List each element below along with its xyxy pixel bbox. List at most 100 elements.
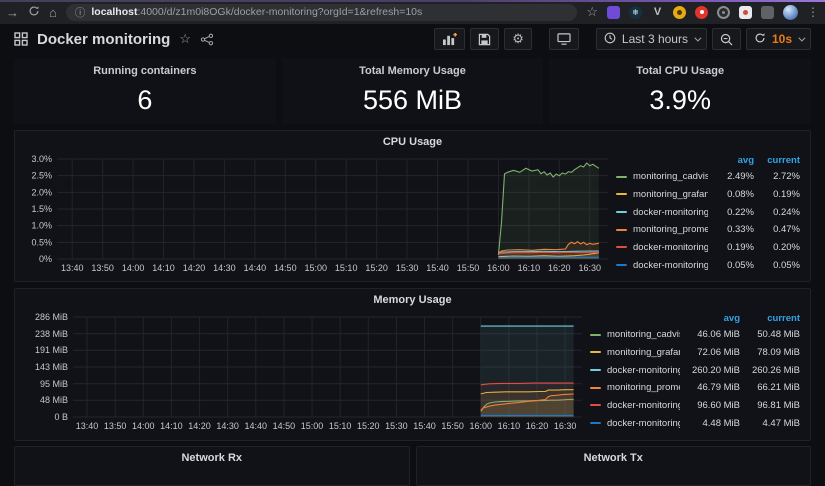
x-tick-label: 16:20 bbox=[548, 263, 571, 273]
site-info-icon[interactable]: ⓘ bbox=[75, 5, 86, 20]
legend-series-name[interactable]: docker-monitoring_db_1 bbox=[590, 365, 680, 376]
y-tick-label: 143 MiB bbox=[35, 362, 68, 372]
bookmark-star-icon[interactable]: ☆ bbox=[586, 4, 598, 20]
legend-series-name[interactable]: docker-monitoring_db_1 bbox=[616, 207, 708, 218]
x-tick-label: 15:40 bbox=[413, 421, 436, 431]
x-tick-label: 14:50 bbox=[274, 263, 297, 273]
series-area bbox=[481, 383, 574, 417]
x-tick-label: 14:40 bbox=[245, 421, 268, 431]
stat-title[interactable]: Total CPU Usage bbox=[636, 65, 724, 77]
x-tick-label: 15:00 bbox=[301, 421, 324, 431]
legend-avg-value: 46.06 MiB bbox=[680, 329, 740, 340]
x-tick-label: 14:20 bbox=[188, 421, 211, 431]
network-rx-panel: Network Rx bbox=[14, 446, 410, 486]
refresh-icon bbox=[754, 32, 766, 47]
legend-column-header[interactable]: current bbox=[740, 313, 800, 324]
legend-series-name[interactable]: monitoring_prometheus_1 bbox=[616, 224, 708, 235]
legend-avg-value: 0.05% bbox=[708, 260, 754, 271]
legend-row: monitoring_prometheus_146.79 MiB66.21 Mi… bbox=[590, 379, 800, 397]
address-bar[interactable]: ⓘ localhost:4000/d/z1m0i8OGk/docker-moni… bbox=[66, 4, 577, 21]
legend-header-row: avgcurrent bbox=[590, 311, 800, 326]
extension-photo-icon[interactable] bbox=[739, 6, 752, 19]
extension-yellow-icon[interactable] bbox=[673, 6, 686, 19]
legend-series-name[interactable]: docker-monitoring_app_1 bbox=[616, 242, 708, 253]
legend-series-name[interactable]: docker-monitoring_redis_1 bbox=[616, 260, 708, 271]
extension-v-icon[interactable]: V bbox=[651, 6, 664, 19]
save-dashboard-button[interactable] bbox=[470, 28, 499, 50]
refresh-interval-label[interactable]: 10s bbox=[772, 32, 792, 46]
legend-avg-value: 2.49% bbox=[708, 171, 754, 182]
legend-series-name[interactable]: monitoring_prometheus_1 bbox=[590, 382, 680, 393]
panel-title-memory-usage[interactable]: Memory Usage bbox=[15, 289, 810, 310]
add-panel-button[interactable] bbox=[434, 28, 465, 50]
cpu-usage-panel: CPU Usage 0%0.5%1.0%1.5%2.0%2.5%3.0%13:4… bbox=[14, 130, 811, 282]
window-top-edge bbox=[0, 0, 825, 2]
dashboard-header: Docker monitoring ☆ ⚙ La bbox=[0, 24, 825, 54]
extension-cube-icon[interactable] bbox=[607, 6, 620, 19]
legend-column-header[interactable]: avg bbox=[708, 155, 754, 166]
legend-series-name[interactable]: monitoring_cadvisor_1 bbox=[590, 329, 680, 340]
legend-row: monitoring_prometheus_10.33%0.47% bbox=[616, 221, 800, 239]
legend-series-name[interactable]: docker-monitoring_app_1 bbox=[590, 400, 680, 411]
x-tick-label: 16:30 bbox=[578, 263, 601, 273]
time-range-picker[interactable]: Last 3 hours bbox=[596, 28, 707, 50]
zoom-out-button[interactable] bbox=[712, 28, 741, 50]
legend-avg-value: 0.19% bbox=[708, 242, 754, 253]
extension-snowflake-icon[interactable]: ❄ bbox=[629, 6, 642, 19]
x-tick-label: 14:50 bbox=[273, 421, 296, 431]
x-tick-label: 15:30 bbox=[385, 421, 408, 431]
home-icon[interactable]: ⌂ bbox=[49, 6, 57, 19]
legend-series-name[interactable]: monitoring_grafana_1 bbox=[616, 189, 708, 200]
profile-avatar[interactable] bbox=[783, 5, 798, 20]
legend-row: docker-monitoring_redis_10.05%0.05% bbox=[616, 256, 800, 274]
x-tick-label: 16:30 bbox=[554, 421, 577, 431]
stat-row: Running containers 6 Total Memory Usage … bbox=[14, 58, 811, 124]
legend-swatch bbox=[616, 176, 627, 178]
cycle-view-button[interactable] bbox=[549, 28, 579, 50]
legend-avg-value: 4.48 MiB bbox=[680, 418, 740, 429]
panel-title-cpu-usage[interactable]: CPU Usage bbox=[15, 131, 810, 152]
share-icon[interactable] bbox=[200, 33, 214, 46]
legend-series-name[interactable]: monitoring_grafana_1 bbox=[590, 347, 680, 358]
legend-avg-value: 96.60 MiB bbox=[680, 400, 740, 411]
memory-usage-chart[interactable]: 0 B48 MiB95 MiB143 MiB191 MiB238 MiB286 … bbox=[21, 310, 590, 432]
x-tick-label: 16:10 bbox=[518, 263, 541, 273]
extension-dial-icon[interactable] bbox=[717, 6, 730, 19]
legend-series-name[interactable]: monitoring_cadvisor_1 bbox=[616, 171, 708, 182]
legend-current-value: 0.19% bbox=[754, 189, 800, 200]
dashboard-grid-icon[interactable] bbox=[14, 32, 28, 46]
stat-value: 3.9% bbox=[649, 85, 711, 116]
stat-title[interactable]: Running containers bbox=[93, 65, 196, 77]
stat-panel-total-memory: Total Memory Usage 556 MiB bbox=[282, 58, 544, 124]
extensions-puzzle-icon[interactable] bbox=[761, 6, 774, 19]
url-host: localhost bbox=[91, 6, 137, 18]
browser-menu-icon[interactable]: ⋮ bbox=[807, 5, 819, 19]
favorite-star-icon[interactable]: ☆ bbox=[179, 31, 191, 47]
legend-swatch bbox=[590, 351, 601, 353]
x-tick-label: 14:10 bbox=[160, 421, 183, 431]
y-tick-label: 48 MiB bbox=[40, 395, 68, 405]
legend-column-header[interactable]: current bbox=[754, 155, 800, 166]
panel-title-network-tx[interactable]: Network Tx bbox=[417, 447, 811, 468]
legend-series-name[interactable]: docker-monitoring_redis_1 bbox=[590, 418, 680, 429]
chevron-down-icon bbox=[798, 34, 805, 41]
x-tick-label: 14:20 bbox=[183, 263, 206, 273]
legend-current-value: 260.26 MiB bbox=[740, 365, 800, 376]
refresh-button[interactable]: 10s bbox=[746, 28, 811, 50]
legend-row: docker-monitoring_redis_14.48 MiB4.47 Mi… bbox=[590, 414, 800, 432]
legend-avg-value: 72.06 MiB bbox=[680, 347, 740, 358]
legend-current-value: 2.72% bbox=[754, 171, 800, 182]
legend-column-header[interactable]: avg bbox=[680, 313, 740, 324]
stat-title[interactable]: Total Memory Usage bbox=[359, 65, 466, 77]
forward-icon[interactable]: → bbox=[6, 6, 19, 19]
reload-icon[interactable] bbox=[28, 5, 40, 19]
dashboard-title[interactable]: Docker monitoring bbox=[37, 31, 170, 48]
legend-row: monitoring_cadvisor_146.06 MiB50.48 MiB bbox=[590, 326, 800, 344]
extension-red-icon[interactable] bbox=[695, 6, 708, 19]
legend-swatch bbox=[616, 264, 627, 266]
panel-title-network-rx[interactable]: Network Rx bbox=[15, 447, 409, 468]
cpu-usage-chart[interactable]: 0%0.5%1.0%1.5%2.0%2.5%3.0%13:4013:5014:0… bbox=[21, 152, 616, 274]
dashboard-settings-button[interactable]: ⚙ bbox=[504, 28, 532, 50]
stat-value: 556 MiB bbox=[363, 85, 462, 116]
legend-swatch bbox=[590, 387, 601, 389]
